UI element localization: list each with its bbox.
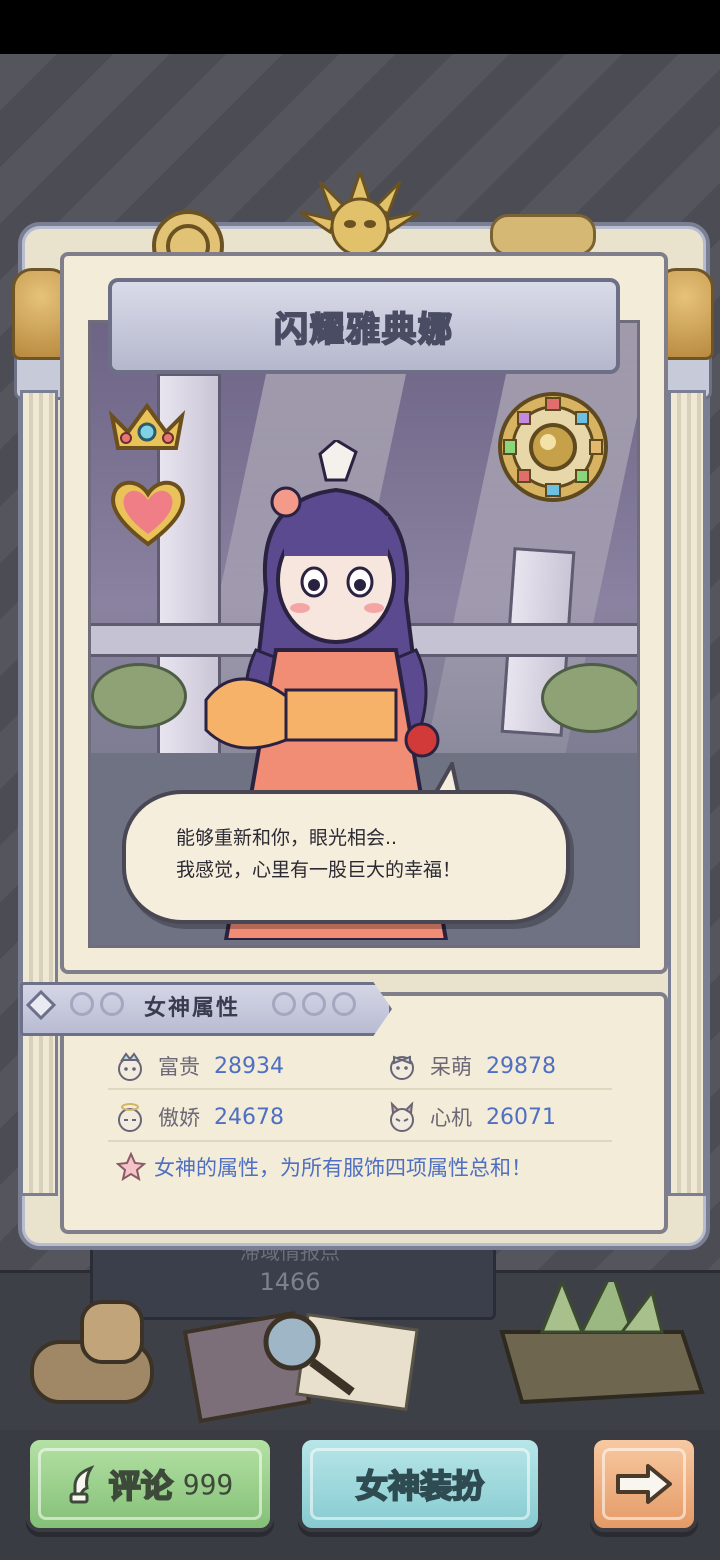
- pillar-right: [668, 390, 706, 1196]
- next-button[interactable]: [590, 1436, 698, 1532]
- bow-face-icon: [390, 1055, 414, 1080]
- halo-face-icon: [118, 1103, 142, 1132]
- comment-count: 999: [182, 1467, 234, 1501]
- frame-ornament-right: [490, 214, 596, 256]
- crown-face-icon: [118, 1052, 142, 1081]
- swirl-decoration: [332, 992, 356, 1016]
- swirl-decoration: [272, 992, 296, 1016]
- comment-label: 评论: [108, 1466, 174, 1506]
- plant-right: [541, 663, 637, 733]
- star-icon: [116, 1152, 146, 1182]
- diamond-icon: [26, 990, 56, 1020]
- divider: [108, 1140, 612, 1142]
- dress-up-label: 女神装扮: [355, 1466, 485, 1506]
- sun-emblem-icon: [300, 172, 420, 252]
- desk-props: [30, 1282, 705, 1424]
- zodiac-wheel-icon[interactable]: [496, 390, 610, 504]
- dialogue-text: 能够重新和你，眼光相会.. 我感觉，心里有一股巨大的幸福！: [176, 822, 536, 886]
- scroll-icon: [30, 1300, 154, 1404]
- swirl-decoration: [100, 992, 124, 1016]
- status-bar: [0, 0, 720, 54]
- title-banner: 闪耀雅典娜: [108, 278, 620, 374]
- attribute-title: 女神属性: [144, 996, 241, 1021]
- crown-icon[interactable]: [108, 398, 186, 454]
- stat-scheming: 心机 26071: [386, 1099, 556, 1135]
- attribute-note-text: 女神的属性，为所有服饰四项属性总和！: [154, 1156, 532, 1180]
- comment-button[interactable]: 评论 999: [26, 1436, 274, 1532]
- divider: [108, 1088, 612, 1090]
- plant-left: [91, 663, 187, 729]
- dialogue-line-2: 我感觉，心里有一股巨大的幸福！: [176, 859, 462, 881]
- goddess-name: 闪耀雅典娜: [273, 309, 454, 351]
- stat-label: 心机: [430, 1106, 472, 1130]
- pillar-left: [20, 390, 58, 1196]
- stat-wealth: 富贵 28934: [114, 1048, 284, 1084]
- stat-label: 呆萌: [430, 1055, 472, 1079]
- stat-label: 富贵: [158, 1055, 200, 1079]
- arrow-right-icon: [616, 1464, 672, 1504]
- attribute-note: 女神的属性，为所有服饰四项属性总和！: [116, 1152, 532, 1182]
- stat-value: 28934: [214, 1053, 284, 1079]
- stat-value: 26071: [486, 1104, 556, 1130]
- dress-up-button[interactable]: 女神装扮: [298, 1436, 542, 1532]
- swirl-decoration: [70, 992, 94, 1016]
- stat-value: 29878: [486, 1053, 556, 1079]
- crystal-box-icon: [499, 1282, 705, 1405]
- swirl-decoration: [302, 992, 326, 1016]
- stat-label: 傲娇: [158, 1106, 200, 1130]
- heart-icon[interactable]: [108, 476, 188, 548]
- dialogue-line-1: 能够重新和你，眼光相会..: [176, 827, 398, 849]
- stat-tsundere: 傲娇 24678: [114, 1099, 284, 1135]
- devil-face-icon: [390, 1101, 414, 1132]
- stat-cute: 呆萌 29878: [386, 1048, 556, 1084]
- quill-icon: [69, 1465, 95, 1504]
- stat-value: 24678: [214, 1104, 284, 1130]
